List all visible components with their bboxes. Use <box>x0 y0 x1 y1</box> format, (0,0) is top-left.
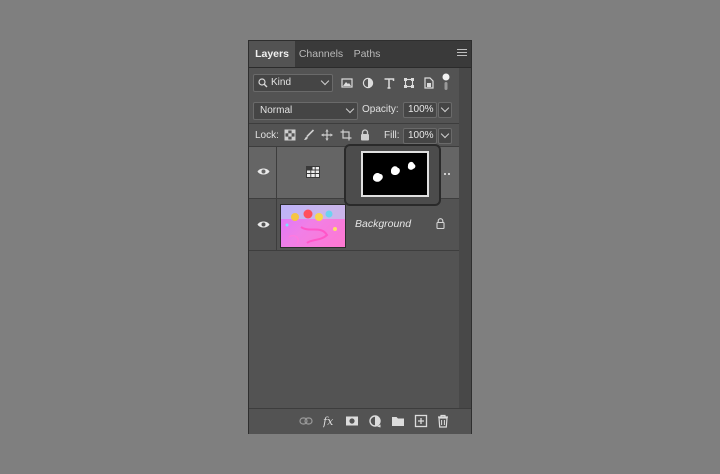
opacity-label: Opacity: <box>362 104 399 115</box>
scrollbar-track[interactable] <box>459 68 471 408</box>
blend-mode-value: Normal <box>260 105 293 116</box>
panel-footer: fx <box>249 408 471 434</box>
new-layer-icon[interactable] <box>414 414 428 428</box>
tab-layers[interactable]: Layers <box>249 41 295 67</box>
smart-object-filter-icon[interactable] <box>423 77 435 89</box>
eye-icon[interactable] <box>257 220 270 229</box>
chevron-down-icon <box>345 104 355 114</box>
add-mask-icon[interactable] <box>345 414 359 428</box>
blend-row: Normal Opacity: 100% <box>249 99 459 123</box>
fill-slider-toggle[interactable] <box>438 128 452 144</box>
chevron-down-icon <box>440 129 450 139</box>
lock-all-icon[interactable] <box>359 129 371 141</box>
opacity-slider-toggle[interactable] <box>438 102 452 118</box>
lock-position-icon[interactable] <box>321 129 333 141</box>
mask-options-icon[interactable] <box>444 173 450 177</box>
layer-mask-thumbnail[interactable] <box>361 151 429 197</box>
shape-layer-filter-icon[interactable] <box>403 77 415 89</box>
pixel-layer-filter-icon[interactable] <box>341 77 353 89</box>
fill-input[interactable]: 100% <box>403 128 437 144</box>
visibility-cell[interactable] <box>249 147 277 198</box>
lock-label: Lock: <box>255 130 279 141</box>
blend-mode-dropdown[interactable]: Normal <box>253 102 358 120</box>
opacity-input[interactable]: 100% <box>403 102 437 118</box>
background-photo-image <box>281 205 345 244</box>
panel-tab-bar: Layers Channels Paths <box>249 41 471 68</box>
filter-row: Kind <box>249 68 459 99</box>
chevron-down-icon <box>320 76 330 86</box>
kind-label: Kind <box>271 77 292 88</box>
trash-icon[interactable] <box>436 414 450 428</box>
lock-row: Lock: Fill: 100% <box>249 124 459 146</box>
layer-row-background[interactable]: Background <box>249 199 459 251</box>
lock-image-pixels-icon[interactable] <box>303 129 315 141</box>
visibility-cell[interactable] <box>249 199 277 250</box>
layers-panel-body: Kind Normal Opacity: 100% Lock: Fill: 10… <box>249 68 459 408</box>
fx-icon[interactable]: fx <box>323 414 337 428</box>
mask-shape-image <box>373 161 416 182</box>
adjustment-layer-icon[interactable] <box>368 414 382 428</box>
adjustment-layer-filter-icon[interactable] <box>362 77 374 89</box>
search-icon <box>258 78 268 88</box>
svg-text:fx: fx <box>323 415 334 428</box>
tab-paths[interactable]: Paths <box>349 41 385 67</box>
lock-icon <box>436 218 445 229</box>
background-thumbnail[interactable] <box>280 204 346 248</box>
filter-toggle-icon[interactable] <box>442 73 450 91</box>
mask-highlight-frame <box>344 144 441 206</box>
link-layers-icon[interactable] <box>299 414 313 428</box>
layer-row-adjustment[interactable] <box>249 144 459 206</box>
eye-icon[interactable] <box>257 167 270 176</box>
layer-name-background[interactable]: Background <box>355 218 411 230</box>
kind-dropdown[interactable]: Kind <box>253 74 333 92</box>
lock-transparent-pixels-icon[interactable] <box>284 129 296 141</box>
fill-label: Fill: <box>384 130 400 141</box>
hamburger-menu-icon[interactable] <box>457 49 467 58</box>
tab-channels[interactable]: Channels <box>297 41 345 67</box>
layers-panel: Layers Channels Paths Kind Normal Opacit… <box>248 40 472 434</box>
adjustment-layer-type-icon <box>306 166 320 178</box>
type-layer-filter-icon[interactable] <box>383 77 395 89</box>
chevron-down-icon <box>440 103 450 113</box>
lock-artboard-icon[interactable] <box>340 129 352 141</box>
group-folder-icon[interactable] <box>391 414 405 428</box>
